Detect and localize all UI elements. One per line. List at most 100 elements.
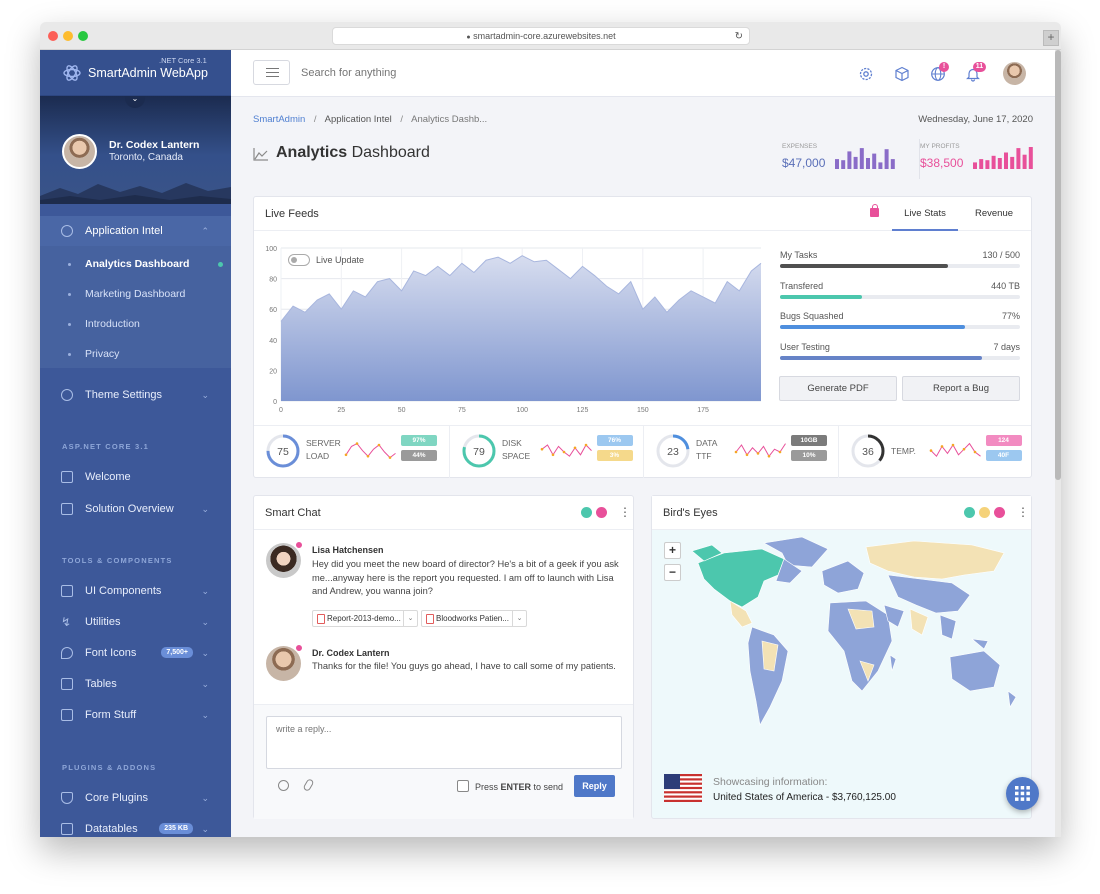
breadcrumb-root[interactable]: SmartAdmin (253, 114, 305, 125)
reply-textarea[interactable] (266, 716, 622, 769)
color-dot-pink[interactable] (994, 507, 1005, 518)
map-marker-icon (61, 647, 73, 659)
sidebar-subitem-label: Analytics Dashboard (85, 258, 190, 270)
x-tick-label: 175 (697, 407, 709, 414)
sidebar-item-utilities[interactable]: ↯ Utilities ⌄ (40, 607, 231, 637)
sidebar-item-application-intel[interactable]: Application Intel ⌃ (40, 216, 231, 246)
avatar[interactable] (62, 134, 97, 169)
progress-fill (780, 294, 862, 299)
chevron-down-icon: ⌄ (201, 504, 209, 514)
sidebar-item-tables[interactable]: Tables ⌄ (40, 669, 231, 699)
submenu-application-intel: Analytics Dashboard Marketing Dashboard … (40, 246, 231, 368)
sidebar-item-font-icons[interactable]: Font Icons 7,500+ ⌄ (40, 638, 231, 668)
sparkline-point (366, 454, 370, 458)
font-icons-count-badge: 7,500+ (161, 647, 193, 658)
sparkline (930, 442, 981, 458)
new-tab-button[interactable]: + (1043, 30, 1059, 46)
avatar[interactable] (1003, 62, 1026, 85)
sidebar-item-form-stuff[interactable]: Form Stuff ⌄ (40, 700, 231, 730)
color-dot-teal[interactable] (964, 507, 975, 518)
profile-name[interactable]: Dr. Codex Lantern (109, 139, 199, 151)
chevron-down-icon[interactable]: ⌄ (403, 611, 417, 626)
more-options-icon[interactable]: ⋮ (1017, 505, 1029, 519)
sidebar-item-datatables[interactable]: Datatables 235 KB ⌄ (40, 814, 231, 837)
profits-label: MY PROFITS (920, 143, 960, 150)
world-map[interactable] (652, 531, 1031, 761)
showcase-label: Showcasing information: (713, 776, 828, 788)
attachment-bloodworks[interactable]: Bloodworks Patien... ⌄ (421, 610, 527, 627)
gear-icon[interactable] (858, 66, 874, 82)
sidebar-subitem-privacy[interactable]: Privacy (40, 339, 231, 369)
chevron-down-icon: ⌄ (201, 586, 209, 596)
breadcrumb-section[interactable]: Application Intel (325, 114, 392, 125)
scrollbar[interactable] (1055, 50, 1061, 837)
sidebar-item-core-plugins[interactable]: Core Plugins ⌄ (40, 783, 231, 813)
spark-bar (890, 159, 895, 169)
scrollbar-thumb[interactable] (1055, 50, 1061, 480)
spark-bar (835, 159, 839, 169)
live-update-toggle[interactable] (288, 254, 310, 266)
stat-value: 7 days (993, 341, 1020, 352)
spark-bar (997, 158, 1002, 169)
sidebar-item-solution-overview[interactable]: Solution Overview ⌄ (40, 494, 231, 524)
sparkline-point (388, 456, 392, 459)
generate-pdf-button[interactable]: Generate PDF (779, 376, 897, 401)
sidebar-item-theme-settings[interactable]: Theme Settings ⌄ (40, 380, 231, 410)
color-dot-teal[interactable] (581, 507, 592, 518)
sparkline (345, 442, 396, 459)
sparkline-point (962, 447, 965, 451)
table-icon (61, 823, 73, 835)
brand-header[interactable]: SmartAdmin WebApp .NET Core 3.1 (40, 50, 231, 96)
spark-bar (1028, 147, 1033, 169)
stat-value: 130 / 500 (982, 250, 1020, 260)
section-heading: ASP.NET CORE 3.1 (62, 442, 150, 451)
y-tick-label: 60 (269, 307, 277, 314)
color-dot-yellow[interactable] (979, 507, 990, 518)
app-launcher-button[interactable] (1006, 777, 1039, 810)
press-enter-checkbox[interactable] (457, 780, 469, 792)
showcase-value: United States of America - $3,760,125.00 (713, 792, 896, 803)
report-bug-button[interactable]: Report a Bug (902, 376, 1020, 401)
sidebar-item-label: Welcome (85, 471, 131, 483)
chevron-down-icon[interactable]: ⌄ (512, 611, 526, 626)
sidebar-subitem-introduction[interactable]: Introduction (40, 309, 231, 339)
expenses-stat: EXPENSES $47,000 (782, 139, 902, 179)
chevron-down-icon: ⌄ (201, 648, 209, 658)
tab-revenue[interactable]: Revenue (966, 197, 1022, 231)
close-window-button[interactable] (48, 31, 58, 41)
sidebar-subitem-marketing-dashboard[interactable]: Marketing Dashboard (40, 279, 231, 309)
address-bar[interactable]: ● smartadmin-core.azurewebsites.net ↻ (332, 27, 750, 45)
cube-icon[interactable] (894, 66, 910, 82)
zoom-in-button[interactable]: + (664, 542, 681, 559)
paperclip-icon[interactable] (302, 778, 315, 792)
hamburger-icon (266, 68, 279, 77)
tab-live-stats[interactable]: Live Stats (892, 197, 958, 231)
menu-toggle-button[interactable] (253, 60, 290, 85)
minimize-window-button[interactable] (63, 31, 73, 41)
sidebar-item-welcome[interactable]: Welcome (40, 462, 231, 492)
sidebar-subitem-analytics-dashboard[interactable]: Analytics Dashboard (40, 249, 231, 279)
color-dot-pink[interactable] (596, 507, 607, 518)
expenses-label: EXPENSES (782, 143, 818, 150)
zoom-out-button[interactable]: − (664, 564, 681, 581)
more-options-icon[interactable]: ⋮ (619, 505, 631, 519)
globe-notification-badge: ! (939, 62, 949, 72)
section-heading: PLUGINS & ADDONS (62, 763, 157, 772)
maximize-window-button[interactable] (78, 31, 88, 41)
search-input[interactable] (301, 63, 601, 83)
sidebar-item-label: Tables (85, 678, 117, 690)
spark-bar (985, 160, 990, 169)
spark-bar (872, 153, 877, 169)
emoji-icon[interactable] (278, 780, 289, 791)
chat-message-text: Hey did you meet the new board of direct… (312, 558, 619, 599)
reload-icon[interactable]: ↻ (735, 28, 743, 45)
attachment-report[interactable]: Report-2013-demo... ⌄ (312, 610, 418, 627)
gauge-value: 75 (277, 446, 289, 458)
sparkline (541, 444, 592, 457)
reply-button[interactable]: Reply (574, 775, 615, 797)
birds-eyes-panel: Bird's Eyes ⋮ + − Showcasing information… (651, 495, 1032, 819)
panel-title: Bird's Eyes (663, 507, 718, 519)
profile-toggle-button[interactable]: ⌄ (125, 96, 145, 108)
gauge-widget: 75 SERVER LOAD 97% 44% (254, 426, 448, 478)
sidebar-item-ui-components[interactable]: UI Components ⌄ (40, 576, 231, 606)
